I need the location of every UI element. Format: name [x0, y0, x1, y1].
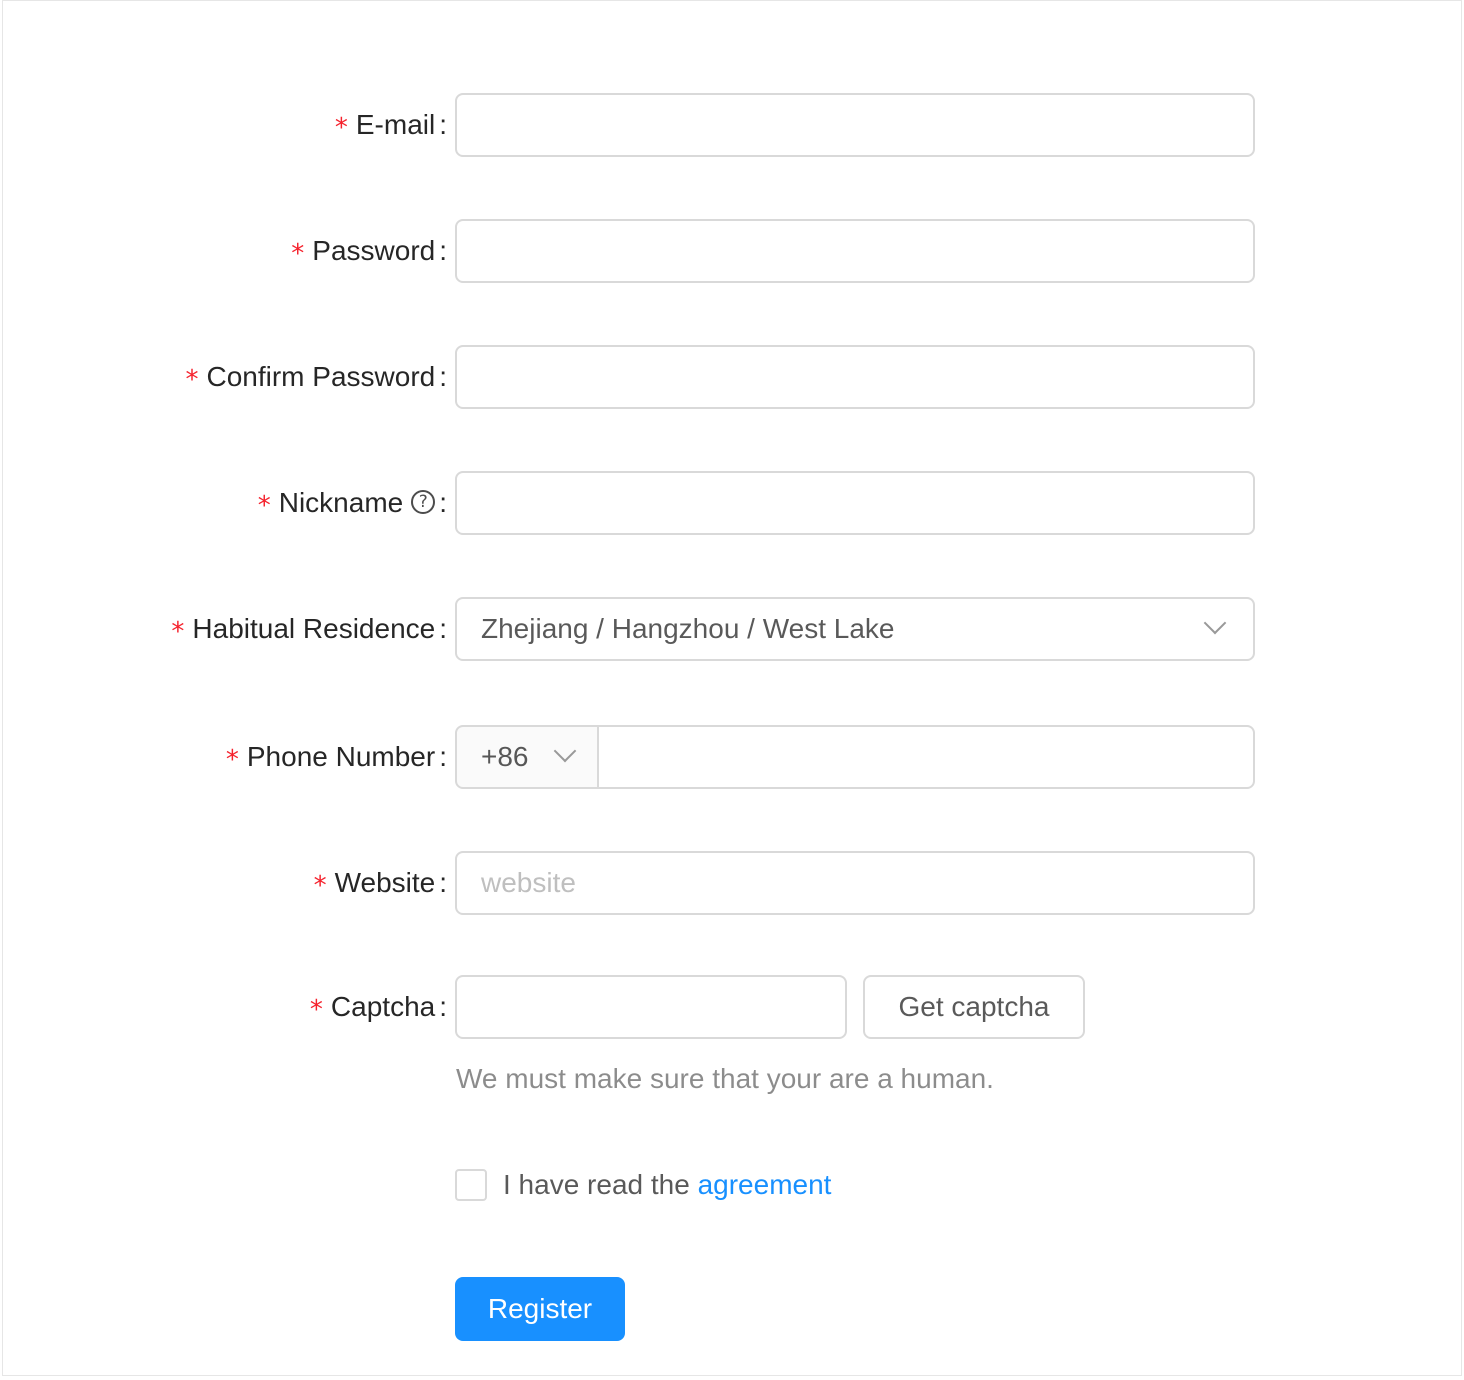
password-input[interactable] [455, 219, 1255, 283]
form-item-residence: * Habitual Residence: Zhejiang / Hangzhou… [3, 597, 1463, 661]
nickname-input[interactable] [455, 471, 1255, 535]
required-mark: * [185, 365, 199, 395]
question-circle-icon[interactable]: ? [411, 489, 436, 514]
required-mark: * [309, 995, 323, 1025]
form-item-email: * E-mail: [3, 93, 1463, 157]
form-item-confirm-password: * Confirm Password: [3, 345, 1463, 409]
residence-label: * Habitual Residence: [171, 613, 447, 647]
captcha-label: * Captcha: [309, 991, 447, 1025]
agreement-checkbox[interactable] [455, 1169, 487, 1201]
phone-input-group: +86 [455, 725, 1255, 789]
required-mark: * [225, 745, 239, 775]
phone-prefix-value: +86 [481, 741, 529, 772]
form-item-nickname: * Nickname?: [3, 471, 1463, 535]
form-item-phone: * Phone Number: +86 [3, 725, 1463, 789]
required-mark: * [334, 113, 348, 143]
required-mark: * [257, 491, 271, 521]
website-label: * Website: [313, 867, 447, 901]
form-item-password: * Password: [3, 219, 1463, 283]
register-button[interactable]: Register [455, 1277, 625, 1341]
agreement-link[interactable]: agreement [698, 1169, 832, 1200]
website-input[interactable] [455, 851, 1255, 915]
chevron-down-icon [1203, 611, 1227, 635]
confirm-password-input[interactable] [455, 345, 1255, 409]
residence-cascader[interactable]: Zhejiang / Hangzhou / West Lake [455, 597, 1255, 661]
chevron-down-icon [553, 739, 577, 763]
phone-prefix-select[interactable]: +86 [455, 725, 599, 789]
form-item-website: * Website: [3, 851, 1463, 915]
get-captcha-button[interactable]: Get captcha [863, 975, 1085, 1039]
agreement-text: I have read the agreement [503, 1169, 832, 1200]
required-mark: * [313, 871, 327, 901]
nickname-label: * Nickname?: [257, 487, 447, 521]
password-label: * Password: [291, 235, 447, 269]
register-form-container: * E-mail: * Password: * Confirm Password: *… [2, 0, 1462, 1376]
email-input[interactable] [455, 93, 1255, 157]
captcha-input[interactable] [455, 975, 847, 1039]
form-item-captcha: * Captcha: Get captcha [3, 975, 1463, 1039]
phone-input[interactable] [597, 725, 1255, 789]
required-mark: * [291, 239, 305, 269]
confirm-password-label: * Confirm Password: [185, 361, 447, 395]
required-mark: * [171, 617, 185, 647]
residence-value: Zhejiang / Hangzhou / West Lake [481, 613, 895, 644]
captcha-help-text: We must make sure that your are a human. [456, 1063, 994, 1094]
email-label: * E-mail: [334, 109, 447, 143]
phone-label: * Phone Number: [225, 741, 447, 775]
